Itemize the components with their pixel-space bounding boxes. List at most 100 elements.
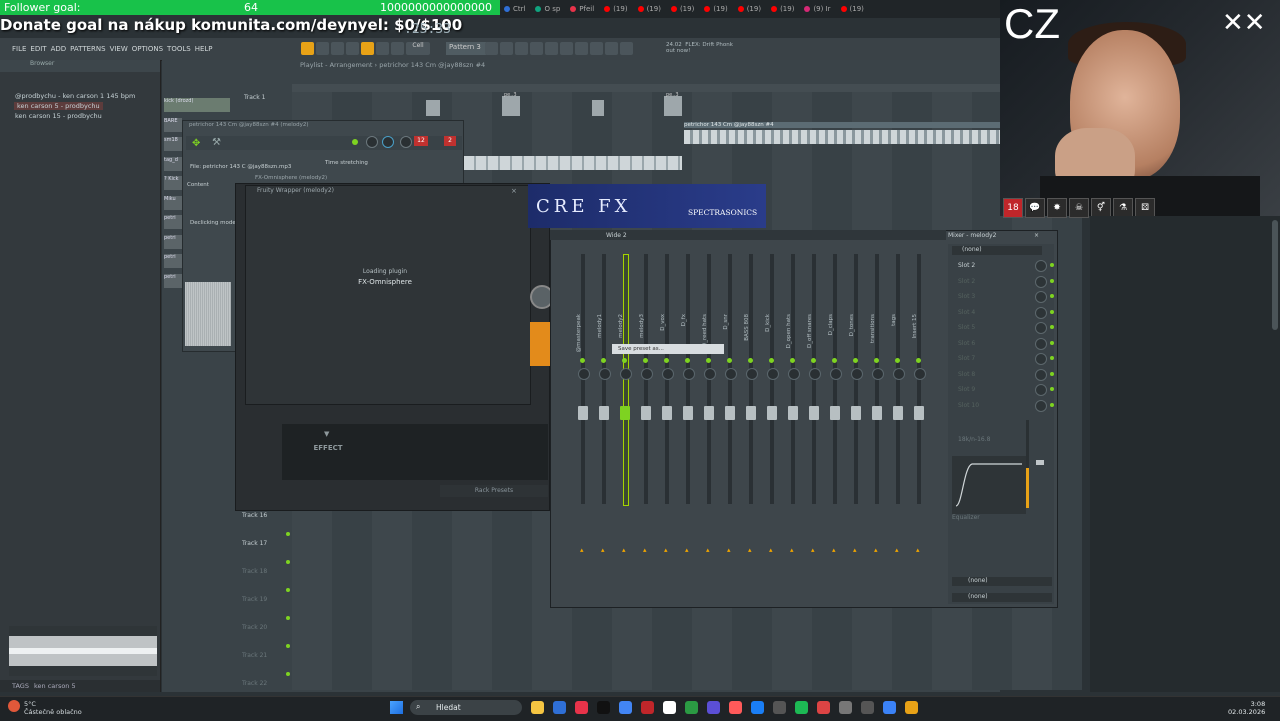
channel-button[interactable]: petri bbox=[164, 254, 182, 268]
browser-tab[interactable]: (19) bbox=[634, 0, 665, 18]
mixer-strip[interactable]: D_open hats ▴ bbox=[784, 254, 802, 604]
track-header[interactable]: Track 19 bbox=[242, 596, 292, 603]
route-arrow-icon[interactable]: ▴ bbox=[916, 546, 920, 554]
vol-knob[interactable] bbox=[382, 136, 394, 148]
channel-button[interactable]: sm18 bbox=[164, 137, 182, 151]
channel-button[interactable]: BARE bbox=[164, 117, 182, 132]
strip-led[interactable] bbox=[790, 358, 795, 363]
slot-mix-knob[interactable] bbox=[1035, 291, 1047, 303]
app-icon[interactable] bbox=[773, 701, 786, 714]
strip-led[interactable] bbox=[685, 358, 690, 363]
chevron-down-icon[interactable]: ▼ bbox=[324, 430, 329, 438]
audio-clip-waveform[interactable] bbox=[684, 130, 1000, 144]
volume-fader[interactable] bbox=[704, 406, 714, 420]
channel-rack-button[interactable] bbox=[515, 42, 528, 55]
strip-led[interactable] bbox=[622, 358, 627, 363]
strip-led[interactable] bbox=[706, 358, 711, 363]
menu-item-help[interactable]: HELP bbox=[195, 45, 213, 53]
slot-led[interactable] bbox=[1050, 402, 1054, 407]
strip-led[interactable] bbox=[664, 358, 669, 363]
route-arrow-icon[interactable]: ▴ bbox=[748, 546, 752, 554]
browser-tab[interactable]: (19) bbox=[700, 0, 731, 18]
browser-button[interactable] bbox=[545, 42, 558, 55]
strip-led[interactable] bbox=[769, 358, 774, 363]
slot-mix-knob[interactable] bbox=[1035, 368, 1047, 381]
pin-button[interactable] bbox=[620, 42, 633, 55]
volume-fader[interactable] bbox=[914, 406, 924, 420]
volume-fader[interactable] bbox=[578, 406, 588, 420]
audio-clip[interactable] bbox=[502, 96, 520, 116]
fx-slot[interactable]: Slot 8 bbox=[958, 371, 975, 378]
channel-button[interactable]: petri bbox=[164, 273, 182, 288]
playlist-button[interactable] bbox=[485, 42, 498, 55]
plugin-picker-button[interactable] bbox=[560, 42, 573, 55]
strip-led[interactable] bbox=[748, 358, 753, 363]
channel-button[interactable]: ? Kick bbox=[164, 176, 182, 190]
excel-icon[interactable] bbox=[685, 701, 698, 714]
menu-item-patterns[interactable]: PATTERNS bbox=[70, 45, 105, 53]
volume-fader[interactable] bbox=[620, 406, 630, 420]
browser-item[interactable]: ken carson 5 - prodbychu bbox=[14, 102, 103, 110]
mixer-strip[interactable]: BASS 808 ▴ bbox=[742, 254, 760, 604]
track-led[interactable] bbox=[286, 532, 290, 536]
pan-knob[interactable] bbox=[893, 368, 905, 380]
insert-fader[interactable] bbox=[1036, 460, 1044, 465]
pan-knob[interactable] bbox=[809, 368, 821, 380]
channel-button[interactable]: petri bbox=[164, 234, 182, 249]
snap-button[interactable] bbox=[376, 42, 389, 55]
piano-roll-button[interactable] bbox=[500, 42, 513, 55]
mixer-track-number[interactable]: 2 bbox=[444, 136, 456, 146]
mixer-strip[interactable]: melody1 ▴ bbox=[595, 254, 613, 604]
mixer-strip[interactable]: D_snr ▴ bbox=[721, 254, 739, 604]
volume-fader[interactable] bbox=[893, 406, 903, 420]
strip-led[interactable] bbox=[643, 358, 648, 363]
browser-tab[interactable]: (19) bbox=[667, 0, 698, 18]
fx-slot[interactable]: Slot 6 bbox=[958, 340, 975, 347]
browser-item[interactable]: @prodbychu - ken carson 1 145 bpm bbox=[15, 92, 135, 100]
volume-fader[interactable] bbox=[746, 406, 756, 420]
fl-studio-icon[interactable] bbox=[905, 701, 918, 714]
volume-fader[interactable] bbox=[767, 406, 777, 420]
stop-button[interactable] bbox=[331, 42, 344, 55]
close-icon[interactable]: × bbox=[1034, 232, 1039, 239]
github-icon[interactable] bbox=[663, 701, 676, 714]
pan-knob[interactable] bbox=[830, 368, 842, 380]
slot-mix-knob[interactable] bbox=[1035, 306, 1047, 319]
browser-tab[interactable]: (19) bbox=[767, 0, 798, 18]
route-arrow-icon[interactable]: ▴ bbox=[832, 546, 836, 554]
strip-led[interactable] bbox=[853, 358, 858, 363]
menu-item-add[interactable]: ADD bbox=[51, 45, 67, 53]
slot-led[interactable] bbox=[1050, 309, 1054, 314]
rack-presets-button[interactable]: Rack Presets bbox=[440, 485, 548, 497]
volume-fader[interactable] bbox=[641, 406, 651, 420]
browser-item[interactable]: ken carson 15 - prodbychu bbox=[15, 112, 102, 120]
pan-knob[interactable] bbox=[620, 368, 632, 380]
audio-clip[interactable] bbox=[426, 100, 440, 116]
step-seq-button[interactable] bbox=[575, 42, 588, 55]
slot-led[interactable] bbox=[1050, 294, 1054, 298]
pan-knob[interactable] bbox=[914, 368, 926, 380]
browser-tab[interactable]: Pfeil bbox=[566, 0, 598, 18]
route-arrow-icon[interactable]: ▴ bbox=[643, 546, 647, 554]
slot-mix-knob[interactable] bbox=[1035, 399, 1047, 412]
route-arrow-icon[interactable]: ▴ bbox=[790, 546, 794, 554]
channel-button[interactable]: kick (drozd) bbox=[164, 98, 230, 112]
slot-mix-knob[interactable] bbox=[1035, 260, 1047, 272]
mixer-strip[interactable]: tags ▴ bbox=[889, 254, 907, 604]
play-button[interactable] bbox=[316, 42, 329, 55]
slot-mix-knob[interactable] bbox=[1035, 275, 1047, 288]
route-arrow-icon[interactable]: ▴ bbox=[622, 546, 626, 554]
fx-slot[interactable]: Slot 4 bbox=[958, 309, 975, 316]
track-header[interactable]: Track 16 bbox=[242, 512, 292, 519]
track-led[interactable] bbox=[286, 560, 290, 564]
channel-button[interactable]: Miku bbox=[164, 195, 182, 210]
track-header[interactable]: Track 17 bbox=[242, 540, 292, 547]
pan-knob[interactable] bbox=[599, 368, 611, 380]
slot-led[interactable] bbox=[1050, 263, 1054, 267]
wrench-icon[interactable]: ⚒ bbox=[212, 137, 221, 148]
route-arrow-icon[interactable]: ▴ bbox=[853, 546, 857, 554]
menu-item-edit[interactable]: EDIT bbox=[30, 45, 46, 53]
mixer-strip[interactable]: D_off snares ▴ bbox=[805, 254, 823, 604]
pan-knob[interactable] bbox=[662, 368, 674, 380]
fx-slot[interactable]: Slot 2 bbox=[958, 278, 975, 285]
